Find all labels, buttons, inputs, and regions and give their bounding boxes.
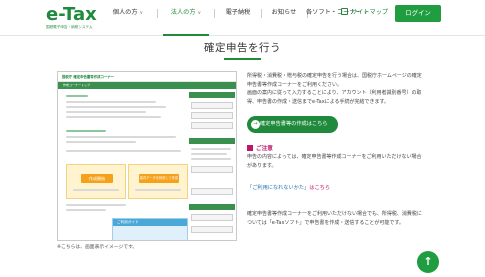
create-return-button[interactable]: → 確定申告書等の作成はこちら xyxy=(247,116,338,133)
screenshot-line xyxy=(66,136,176,138)
arrow-right-icon: → xyxy=(251,120,260,129)
chevron-down-icon: ∨ xyxy=(139,10,144,16)
screenshot-sidebar xyxy=(189,92,235,240)
nav-individual[interactable]: 個人の方 ∨ xyxy=(105,0,151,36)
logo-text: e-Tax xyxy=(46,4,97,25)
screenshot-line xyxy=(66,95,88,97)
unavailable-users-link-text: 「ご利用になれないかた」 xyxy=(247,185,310,191)
nav-individual-label: 個人の方 xyxy=(112,9,138,16)
screenshot-header: 国税庁 確定申告書等作成コーナー xyxy=(58,72,236,82)
screenshot-side-button xyxy=(191,214,233,221)
scroll-to-top-button[interactable]: ↑ xyxy=(417,251,439,273)
screenshot-line xyxy=(66,130,106,132)
screenshot-line xyxy=(191,148,231,150)
screenshot-line xyxy=(66,204,126,206)
intro-line-4: 得、申告書の作成・送信までe-Taxによる手続が完結できます。 xyxy=(247,98,390,105)
screenshot-line xyxy=(66,101,156,103)
screenshot-side-button xyxy=(191,102,233,109)
screenshot-side-button xyxy=(191,122,233,129)
screenshot-saved-data-label: 保存データを利用して作成 xyxy=(139,174,179,183)
screenshot-line xyxy=(66,141,136,143)
screenshot-side-button xyxy=(191,112,233,119)
login-button[interactable]: ログイン xyxy=(395,5,441,22)
screenshot-guide-box: ご利用ガイド xyxy=(112,218,188,240)
screenshot-guide-head: ご利用ガイド xyxy=(113,219,187,226)
screenshot-side-button xyxy=(191,166,233,173)
screenshot-caption: ※こちらは、画面表示イメージです。 xyxy=(57,245,138,250)
notice-title: ご注意 xyxy=(256,146,273,152)
etax-logo[interactable]: e-Tax 国税電子申告・納税システム xyxy=(46,6,106,30)
page-title: 確定申告を行う xyxy=(204,42,281,54)
title-underline xyxy=(224,58,261,60)
alternative-line-2: ついては「e-Taxソフト」で申告書を作成・送信することが可能です。 xyxy=(247,219,404,226)
notice-line-1: 申告の内容によっては、確定申告書等作成コーナーをご利用いただけない場合 xyxy=(247,154,422,160)
screenshot-line xyxy=(135,189,181,191)
screenshot-start-label: 作成開始 xyxy=(81,174,113,183)
screenshot-side-button xyxy=(191,226,233,233)
unavailable-users-link[interactable]: 「ご利用になれないかた」はこちら xyxy=(247,184,330,191)
nav-corporate[interactable]: 法人の方 ∨ xyxy=(163,0,209,36)
screenshot-start-box: 作成開始 xyxy=(66,164,126,199)
screenshot-line xyxy=(66,150,181,152)
filing-corner-screenshot: 国税庁 確定申告書等作成コーナー 作成コーナートップ 作成開始 保存データを利用… xyxy=(57,71,237,241)
sitemap-link[interactable]: サイトマップ xyxy=(341,0,388,26)
screenshot-line xyxy=(66,111,146,113)
logo-subtitle: 国税電子申告・納税システム xyxy=(46,25,93,29)
notice-line-2: があります。 xyxy=(247,162,277,169)
sitemap-icon xyxy=(341,7,348,15)
nav-electronic-payment-label: 電子納税 xyxy=(225,9,251,16)
nav-news-label: お知らせ xyxy=(271,9,297,16)
screenshot-bar-label: 作成コーナートップ xyxy=(63,83,91,87)
screenshot-logo: 国税庁 確定申告書等作成コーナー xyxy=(62,75,115,79)
screenshot-line xyxy=(66,106,166,108)
intro-line-1: 所得税・消費税・贈与税の確定申告を行う場合は、国税庁ホームページの確定 xyxy=(247,73,422,79)
screenshot-side-header xyxy=(189,92,235,98)
intro-line-2: 申告書等作成コーナーをご利用ください。 xyxy=(247,81,343,88)
nav-divider xyxy=(214,9,215,18)
screenshot-line xyxy=(191,153,227,155)
create-return-label: 確定申告書等の作成はこちら xyxy=(260,121,328,127)
screenshot-main-area: 作成開始 保存データを利用して作成 ご利用ガイド xyxy=(62,92,188,240)
chevron-down-icon: ∨ xyxy=(197,10,202,16)
nav-divider xyxy=(157,9,158,18)
screenshot-side-header xyxy=(189,204,235,210)
screenshot-line xyxy=(73,189,119,191)
notice-heading: ご注意 xyxy=(247,144,273,152)
sitemap-label: サイトマップ xyxy=(351,9,389,16)
screenshot-line xyxy=(66,209,106,211)
unavailable-users-link-suffix: はこちら xyxy=(309,185,331,191)
screenshot-nav-bar: 作成コーナートップ xyxy=(58,82,236,89)
notice-icon xyxy=(247,144,253,151)
nav-electronic-payment[interactable]: 電子納税 xyxy=(218,0,258,36)
nav-divider xyxy=(261,9,262,18)
nav-corporate-label: 法人の方 xyxy=(170,9,196,16)
alternative-line-1: 確定申告書等作成コーナーをご利用いただけない場合でも、所得税、消費税に xyxy=(247,211,422,217)
screenshot-saved-data-box: 保存データを利用して作成 xyxy=(128,164,188,199)
nav-news[interactable]: お知らせ xyxy=(264,0,304,36)
arrow-up-icon: ↑ xyxy=(423,255,433,268)
screenshot-side-header xyxy=(189,138,235,144)
screenshot-line xyxy=(191,158,231,160)
screenshot-line xyxy=(66,116,161,118)
site-header: e-Tax 国税電子申告・納税システム 個人の方 ∨ 法人の方 ∨ 電子納税 お知ら… xyxy=(0,0,485,36)
screenshot-side-button xyxy=(191,188,233,195)
intro-line-3: 画面の案内に従って入力することにより、アカウント（利用者識別番号）の取 xyxy=(247,90,422,97)
